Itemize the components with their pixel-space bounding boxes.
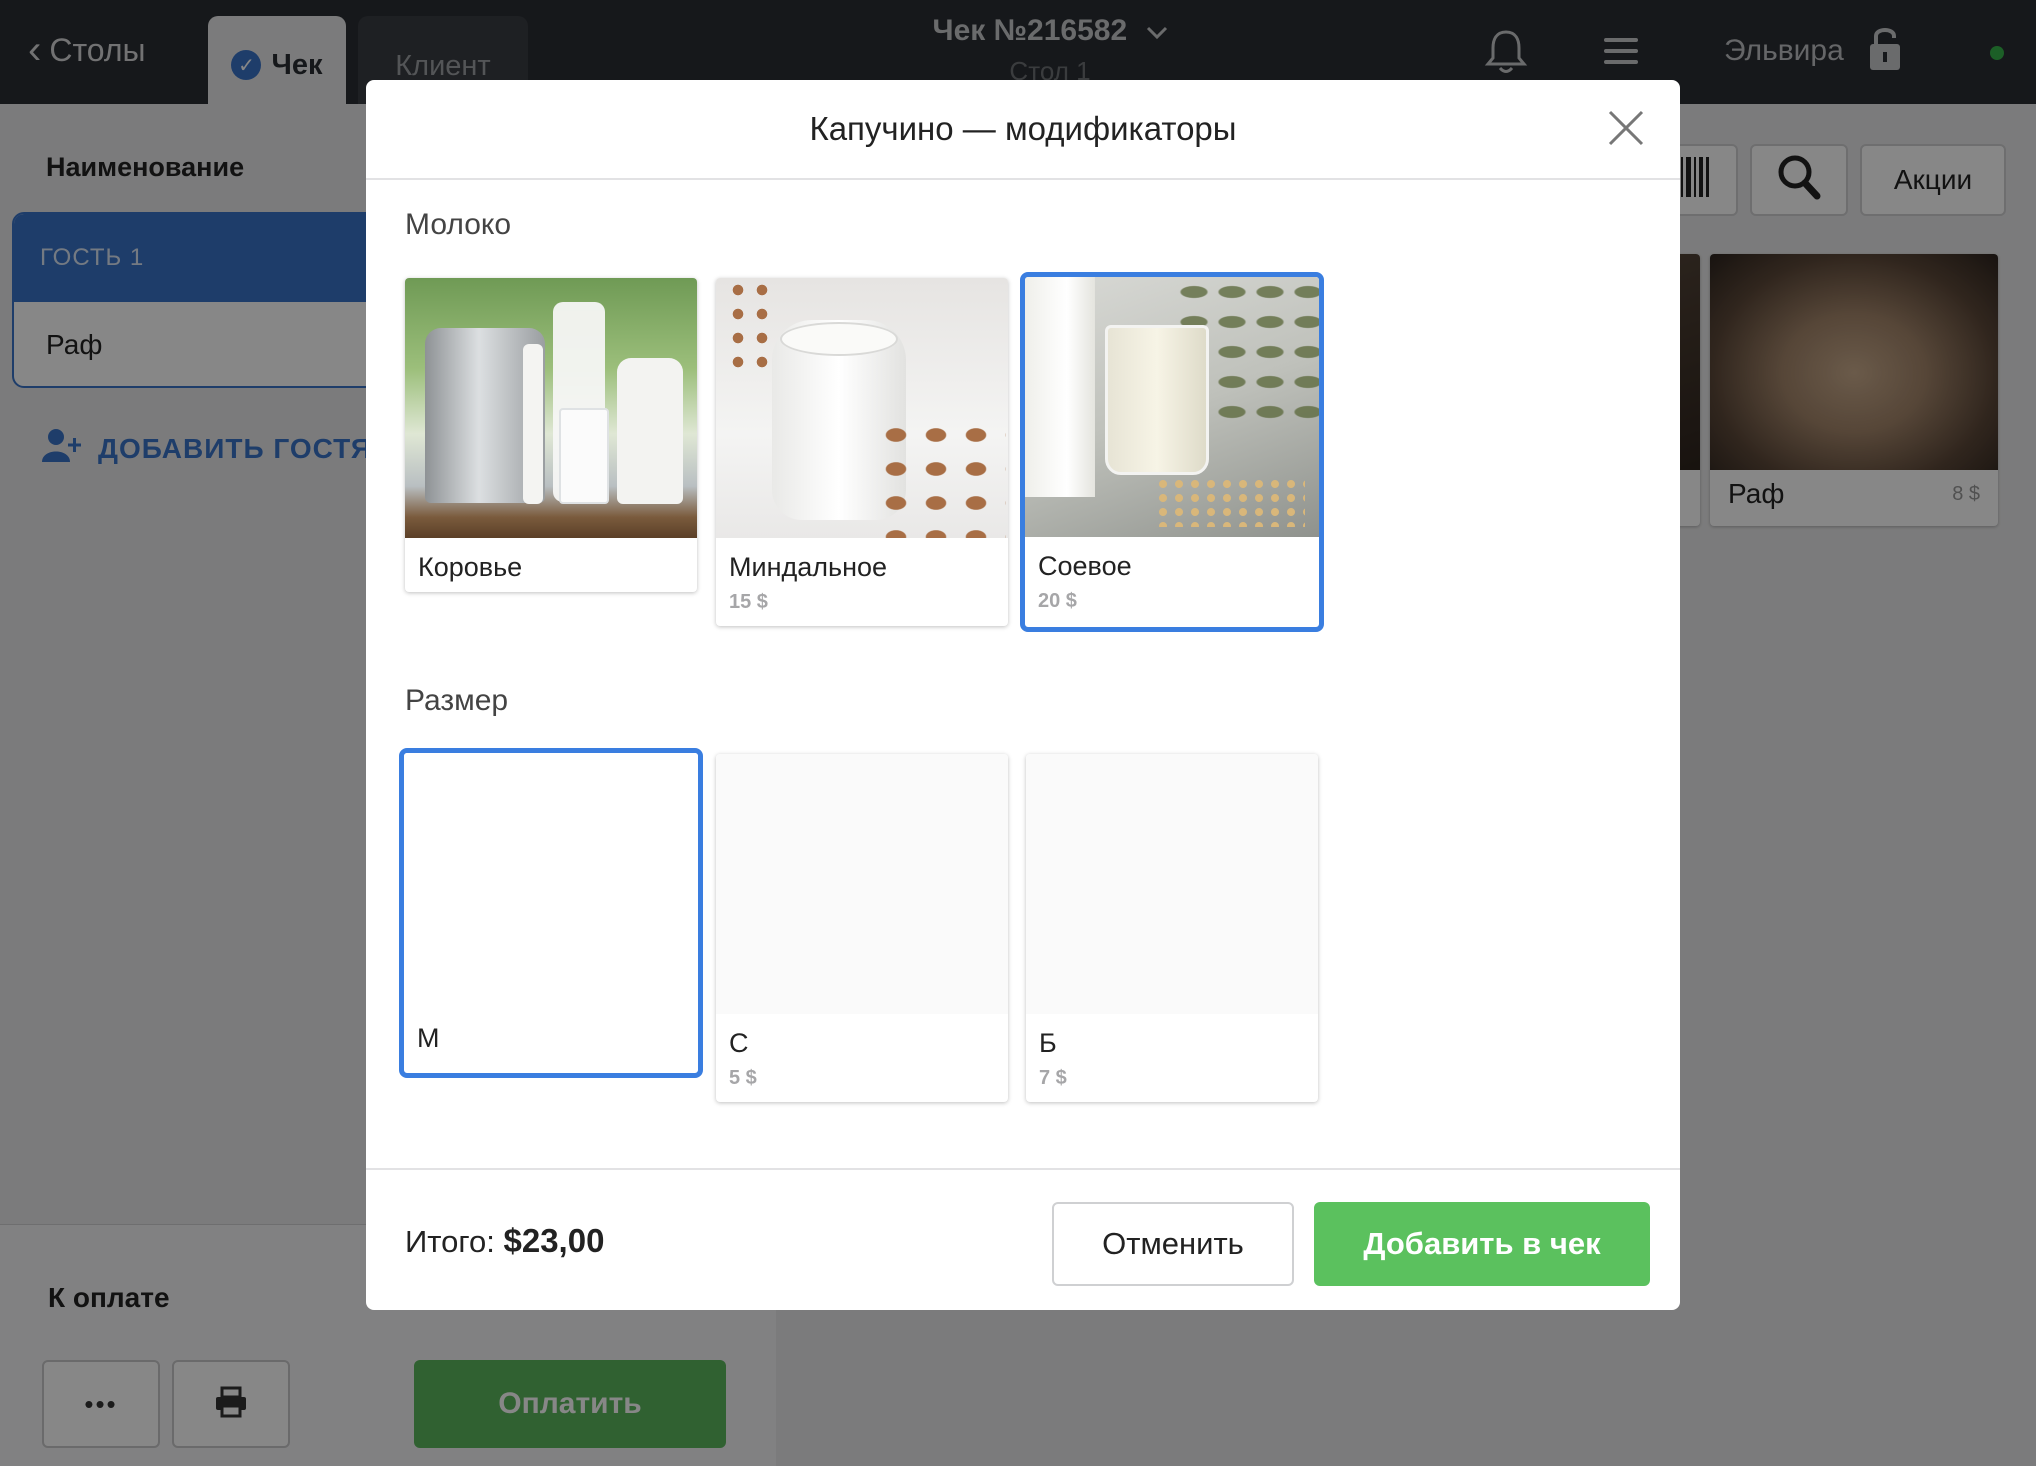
modifier-card-size-m[interactable]: М <box>399 748 703 1078</box>
modifier-card-soy-milk[interactable]: Соевое 20 $ <box>1020 272 1324 632</box>
modifier-price: 5 $ <box>729 1067 757 1089</box>
modifier-card-almond-milk[interactable]: Миндальное 15 $ <box>716 278 1008 626</box>
modifier-name: Б <box>1039 1028 1057 1058</box>
modifier-name: С <box>729 1028 749 1058</box>
modifier-name: М <box>417 1023 440 1053</box>
section-milk-label: Молоко <box>405 208 512 241</box>
modifiers-dialog: Капучино — модификаторы Молоко Коровье М… <box>366 80 1680 1310</box>
close-icon[interactable] <box>1606 108 1646 148</box>
size-image-placeholder <box>1026 754 1318 1014</box>
cancel-button[interactable]: Отменить <box>1052 1202 1294 1286</box>
modifier-card-size-b[interactable]: Б 7 $ <box>1026 754 1318 1102</box>
soy-milk-image <box>1025 277 1319 537</box>
total-label: Итого: <box>405 1224 495 1259</box>
dialog-title: Капучино — модификаторы <box>809 110 1237 147</box>
almond-milk-image <box>716 278 1008 538</box>
modifier-name: Миндальное <box>729 552 888 582</box>
cow-milk-image <box>405 278 697 538</box>
modifier-price: 7 $ <box>1039 1067 1067 1089</box>
total-display: Итого: $23,00 <box>405 1222 604 1260</box>
size-image-placeholder <box>404 753 698 1009</box>
total-value: $23,00 <box>503 1222 605 1259</box>
modifier-name: Соевое <box>1038 551 1132 581</box>
dialog-footer: Итого: $23,00 Отменить Добавить в чек <box>366 1168 1680 1310</box>
modifier-card-size-s[interactable]: С 5 $ <box>716 754 1008 1102</box>
dialog-header: Капучино — модификаторы <box>366 80 1680 180</box>
modifier-name: Коровье <box>418 552 523 582</box>
modifier-card-cow-milk[interactable]: Коровье <box>405 278 697 592</box>
add-to-check-button[interactable]: Добавить в чек <box>1314 1202 1650 1286</box>
section-size-label: Размер <box>405 684 509 717</box>
modifier-price: 20 $ <box>1038 590 1077 612</box>
size-image-placeholder <box>716 754 1008 1014</box>
modifier-price: 15 $ <box>729 591 768 613</box>
